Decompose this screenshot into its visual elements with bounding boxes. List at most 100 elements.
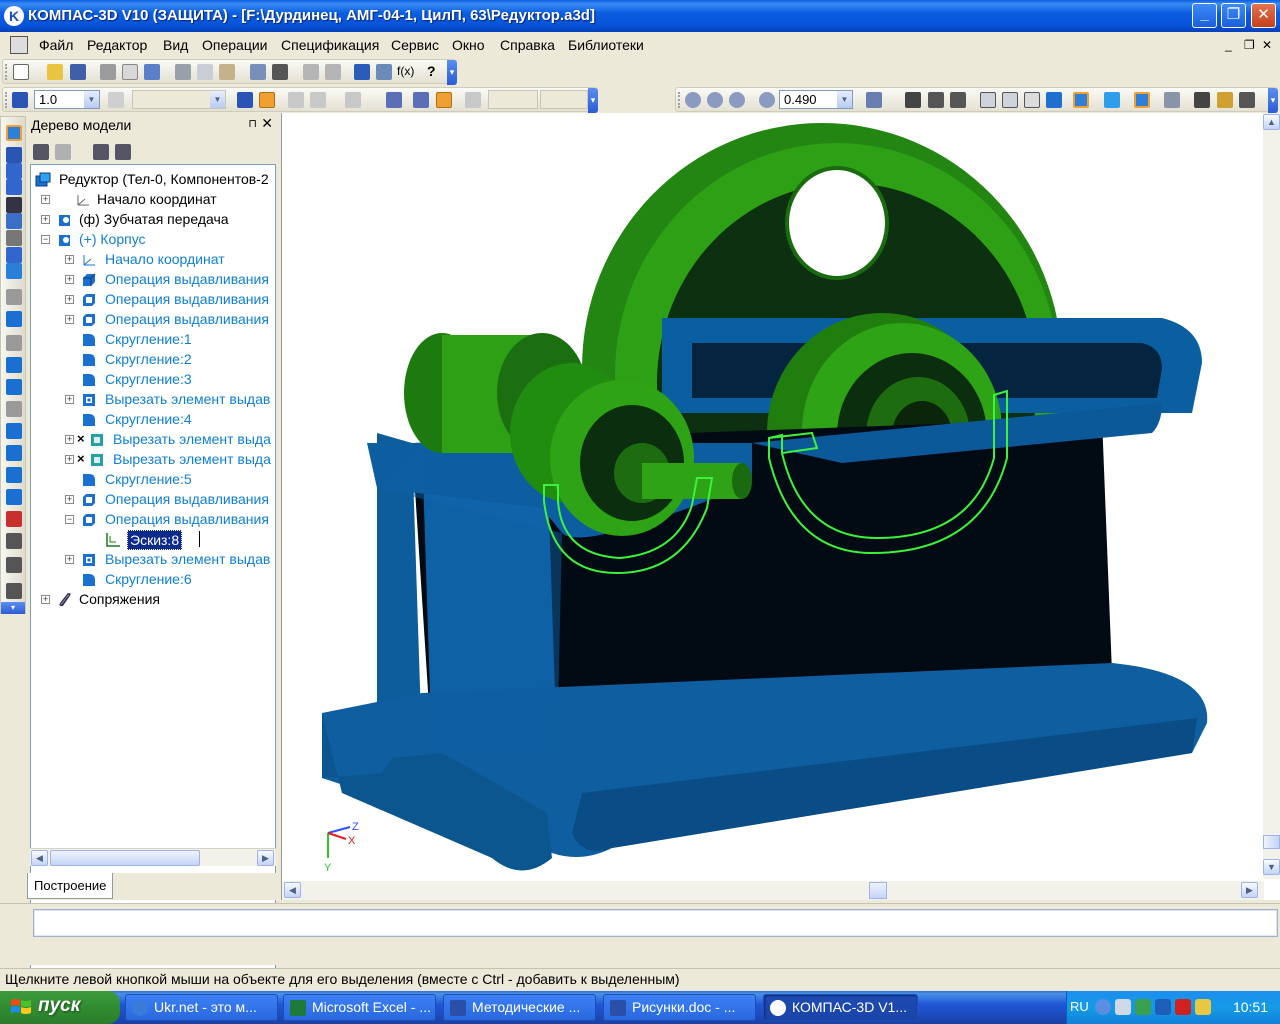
expand-icon[interactable]: +: [65, 395, 74, 404]
properties-icon[interactable]: [144, 64, 160, 80]
viewport-vscrollbar[interactable]: ▲ ▼: [1263, 113, 1280, 879]
language-indicator[interactable]: RU: [1070, 999, 1089, 1014]
tray-antivirus-icon[interactable]: [1135, 999, 1151, 1015]
ortho-icon[interactable]: [413, 92, 429, 108]
minimize-button[interactable]: _: [1192, 3, 1217, 28]
expand-icon[interactable]: +: [65, 275, 74, 284]
format-painter-icon[interactable]: [250, 64, 266, 80]
maximize-button[interactable]: ❐: [1221, 3, 1246, 28]
move-icon[interactable]: [6, 533, 22, 549]
menu-editor[interactable]: Редактор: [87, 37, 147, 53]
orientation-icon[interactable]: [866, 92, 882, 108]
curves-icon[interactable]: [6, 147, 22, 163]
tree-hscrollbar[interactable]: ◀ ▶: [30, 848, 276, 866]
scroll-left-icon[interactable]: ◀: [284, 882, 301, 898]
mdi-restore-button[interactable]: ❐: [1244, 38, 1255, 52]
copy-icon[interactable]: [197, 64, 213, 80]
scroll-up-icon[interactable]: ▲: [1263, 114, 1280, 130]
pencil-icon[interactable]: [1217, 92, 1233, 108]
toolbar-grip[interactable]: [5, 64, 8, 80]
taskbar-item-ukrnet[interactable]: Ukr.net - это м...: [125, 994, 278, 1021]
scroll-thumb[interactable]: [869, 882, 887, 899]
display-icon[interactable]: [1239, 92, 1255, 108]
kompas-app-icon[interactable]: K: [4, 6, 24, 26]
new-document-icon[interactable]: [13, 64, 29, 80]
chevron-down-icon[interactable]: ▾: [1, 602, 25, 614]
collapse-icon[interactable]: −: [41, 235, 50, 244]
redo-icon[interactable]: [325, 64, 341, 80]
extrude-icon[interactable]: [6, 311, 22, 327]
cut-section-icon[interactable]: [6, 489, 22, 505]
expand-icon[interactable]: +: [65, 295, 74, 304]
menu-libraries[interactable]: Библиотеки: [568, 37, 644, 53]
menu-file[interactable]: Файл: [39, 37, 73, 53]
scroll-down-icon[interactable]: ▼: [1263, 859, 1280, 875]
zoom-fit-icon[interactable]: [928, 92, 944, 108]
fx-button[interactable]: f(x): [397, 64, 414, 78]
tree-structure-icon[interactable]: [33, 144, 49, 160]
array-icon[interactable]: [6, 445, 22, 461]
expand-icon[interactable]: +: [41, 195, 50, 204]
menu-view[interactable]: Вид: [163, 37, 188, 53]
expand-icon[interactable]: +: [65, 435, 74, 444]
variables-icon[interactable]: [376, 64, 392, 80]
sketch-icon[interactable]: [237, 92, 253, 108]
scroll-thumb[interactable]: [1263, 835, 1280, 849]
collision-icon[interactable]: [6, 557, 22, 573]
library-icon[interactable]: [6, 583, 22, 599]
measure-icon[interactable]: [1194, 92, 1210, 108]
edit-in-place-icon[interactable]: [259, 92, 275, 108]
tray-arrow-icon[interactable]: [1095, 999, 1111, 1015]
taskbar-item-methodical[interactable]: Методические ...: [443, 994, 596, 1021]
surfaces-icon[interactable]: [6, 163, 22, 179]
close-button[interactable]: ✕: [1251, 3, 1276, 28]
zoom-out-icon[interactable]: [729, 92, 745, 108]
shaded-icon[interactable]: [1046, 92, 1062, 108]
expand-icon[interactable]: +: [65, 495, 74, 504]
reports-icon[interactable]: [6, 247, 22, 263]
taskbar-item-excel[interactable]: Microsoft Excel - ...: [283, 994, 436, 1021]
paste-icon[interactable]: [219, 64, 235, 80]
scroll-thumb[interactable]: [50, 850, 200, 866]
zoom-scale-icon[interactable]: [759, 92, 775, 108]
viewport-hscrollbar[interactable]: ◀ ▶: [282, 881, 1264, 900]
solid-edit-icon[interactable]: [6, 125, 22, 141]
collapse-icon[interactable]: −: [65, 515, 74, 524]
menu-service[interactable]: Сервис: [391, 37, 439, 53]
tray-volume-icon[interactable]: [1155, 999, 1171, 1015]
housing-body[interactable]: [322, 403, 1208, 871]
dimensions-icon[interactable]: [6, 197, 22, 213]
filter-icon[interactable]: [1134, 92, 1150, 108]
model-3d-view[interactable]: Z X Y: [282, 113, 1264, 879]
tree-separate-icon[interactable]: [115, 144, 131, 160]
filter-icon[interactable]: [6, 213, 22, 229]
chevron-down-icon[interactable]: ▼: [84, 91, 99, 108]
expand-icon[interactable]: +: [41, 215, 50, 224]
step-cursor-icon[interactable]: [12, 92, 28, 108]
shaded-edges-icon[interactable]: [1073, 92, 1089, 108]
toolbar-grip[interactable]: [678, 92, 681, 108]
undo-icon[interactable]: [303, 64, 319, 80]
title-bar[interactable]: K КОМПАС-3D V10 (ЗАЩИТА) - [F:\Дурдинец,…: [0, 0, 1280, 32]
tree-filter-icon[interactable]: [93, 144, 109, 160]
bindings-icon[interactable]: [436, 92, 452, 108]
rotate-icon[interactable]: [950, 92, 966, 108]
document-icon[interactable]: [10, 36, 28, 54]
perspective-icon[interactable]: [1104, 92, 1120, 108]
zoom-window-icon[interactable]: [685, 92, 701, 108]
save-icon[interactable]: [70, 64, 86, 80]
pan-icon[interactable]: [905, 92, 921, 108]
toolbar-grip[interactable]: [5, 92, 8, 108]
tray-network-icon[interactable]: [1115, 999, 1131, 1015]
context-help-button[interactable]: ?: [427, 63, 436, 79]
tab-construction[interactable]: Построение: [27, 873, 114, 899]
elements-icon[interactable]: [6, 263, 22, 279]
taskbar-item-kompas[interactable]: КОМПАС-3D V1...: [763, 994, 918, 1021]
local-cs-icon[interactable]: [386, 92, 402, 108]
expand-icon[interactable]: +: [65, 315, 74, 324]
print-icon[interactable]: [100, 64, 116, 80]
tree-close-button[interactable]: ✕: [261, 115, 273, 132]
taskbar-item-figures-doc[interactable]: Рисунки.doc - ...: [603, 994, 756, 1021]
wireframe-icon[interactable]: [980, 92, 996, 108]
expand-icon[interactable]: +: [65, 555, 74, 564]
